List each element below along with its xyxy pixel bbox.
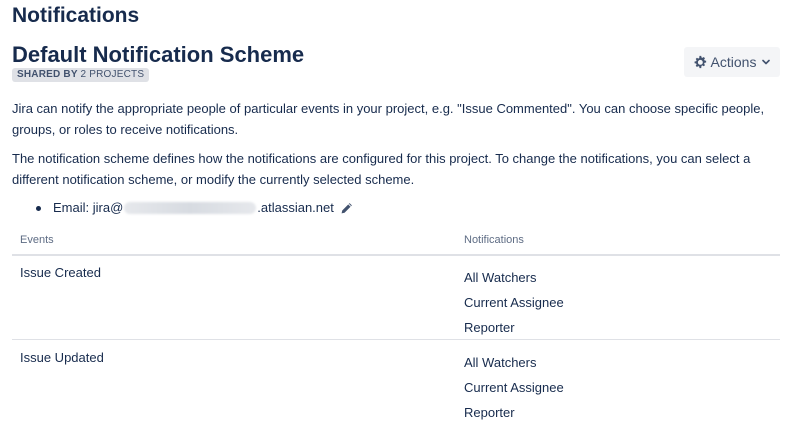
description-paragraph-2: The notification scheme defines how the …	[12, 151, 751, 187]
table-row: Issue Created All Watchers Current Assig…	[12, 258, 780, 340]
scheme-title: Default Notification Scheme	[12, 42, 305, 67]
description-paragraph-1: Jira can notify the appropriate people o…	[12, 101, 765, 137]
notification-item: All Watchers	[464, 355, 537, 370]
shared-by-label: SHARED BY	[17, 69, 78, 80]
actions-button[interactable]: Actions	[684, 47, 780, 77]
notification-list: All Watchers Current Assignee Reporter	[464, 350, 564, 425]
redacted-email-blur	[124, 202, 257, 214]
event-name: Issue Updated	[20, 350, 104, 365]
email-list-item: Email: jira@ .atlassian.net	[12, 199, 353, 217]
table-header: Events Notifications	[12, 226, 780, 256]
notifications-column-header: Notifications	[464, 234, 524, 246]
notification-item: Reporter	[464, 405, 515, 420]
shared-by-lozenge[interactable]: SHARED BY 2 PROJECTS	[12, 68, 150, 82]
pencil-icon[interactable]	[340, 202, 353, 215]
email-suffix: .atlassian.net	[257, 200, 334, 215]
email-prefix: Email: jira@	[53, 200, 124, 215]
notification-item: All Watchers	[464, 270, 537, 285]
events-column-header: Events	[20, 234, 54, 246]
gear-icon	[694, 55, 706, 69]
page-title: Notifications	[12, 4, 140, 27]
actions-label: Actions	[710, 54, 757, 70]
chevron-down-icon	[762, 59, 771, 65]
notification-list: All Watchers Current Assignee Reporter	[464, 265, 564, 340]
bullet-icon	[36, 205, 41, 211]
notification-item: Reporter	[464, 320, 515, 335]
notification-item: Current Assignee	[464, 380, 564, 395]
table-row: Issue Updated All Watchers Current Assig…	[12, 343, 780, 424]
shared-by-count: 2 PROJECTS	[80, 69, 145, 80]
notification-item: Current Assignee	[464, 295, 564, 310]
event-name: Issue Created	[20, 265, 101, 280]
